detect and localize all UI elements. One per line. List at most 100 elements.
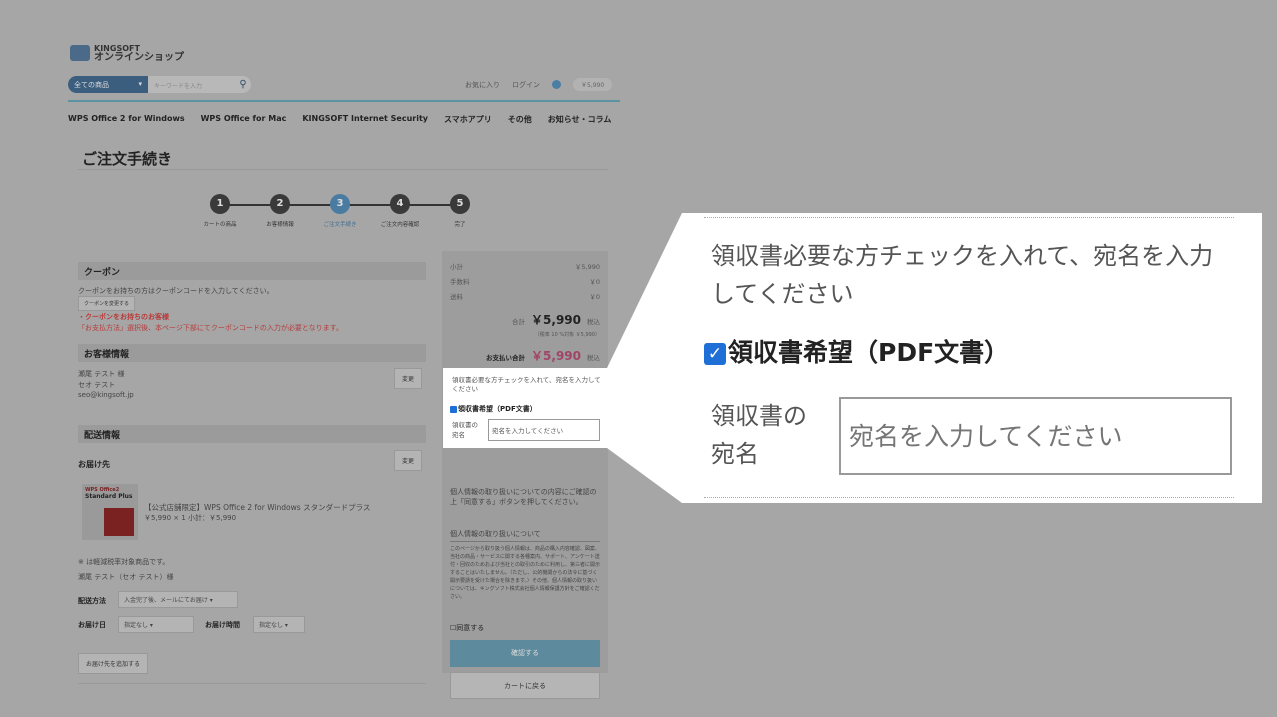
- step-customer-info: 2 お客様情報: [260, 194, 300, 228]
- zoom-receipt-instruction: 領収書必要な方チェックを入れて、宛名を入力してください: [711, 242, 1214, 308]
- add-destination-button[interactable]: お届け先を追加する: [78, 653, 149, 674]
- section-divider: [78, 683, 426, 684]
- step-number: 1: [210, 194, 230, 214]
- title-divider: [78, 169, 608, 170]
- nav-item-wps-mac[interactable]: WPS Office for Mac: [201, 114, 287, 125]
- header-links: お気に入り ログイン ￥5,990: [465, 78, 613, 91]
- confirm-button[interactable]: 確認する: [450, 640, 600, 667]
- customer-name: 瀬尾 テスト 様: [78, 370, 125, 378]
- zoom-addressee-label-line2: 宛名: [711, 440, 759, 468]
- logo-bottom-text: オンラインショップ: [94, 52, 184, 63]
- delivery-date-select[interactable]: 指定なし ▾: [118, 616, 194, 633]
- nav-item-smartphone-apps[interactable]: スマホアプリ: [444, 114, 492, 125]
- addressee-input[interactable]: 宛名を入力してください: [488, 419, 600, 441]
- customer-kana: セオ テスト: [78, 381, 116, 389]
- change-destination-button[interactable]: 変更: [394, 450, 423, 471]
- receipt-checkbox-label: 領収書希望（PDF文書）: [458, 405, 537, 413]
- search-input[interactable]: キーワードを入力: [148, 76, 235, 93]
- delivery-method-label: 配送方法: [78, 597, 106, 605]
- step-number: 2: [270, 194, 290, 214]
- receipt-instruction: 領収書必要な方チェックを入れて、宛名を入力してください: [452, 376, 601, 393]
- step-label: カートの商品: [203, 222, 237, 228]
- customer-info-heading: お客様情報: [78, 344, 426, 362]
- header-divider: [68, 100, 620, 102]
- header-cart-total[interactable]: ￥5,990: [573, 78, 613, 91]
- zoom-addressee-input[interactable]: [839, 397, 1232, 475]
- shipping-label: 送料: [450, 293, 463, 301]
- step-complete: 5 完了: [440, 194, 480, 228]
- zoom-receipt-checkbox-label: 領収書希望（PDF文書）: [728, 338, 1010, 367]
- step-number: 5: [450, 194, 470, 214]
- kingsoft-logo[interactable]: KINGSOFT オンラインショップ: [70, 44, 184, 63]
- delivery-time-label: お届け時間: [205, 621, 240, 629]
- change-coupon-button[interactable]: クーポンを変更する: [78, 296, 136, 311]
- coupon-notice-text: 「お支払方法」選択後、本ページ下部にてクーポンコードの入力が必要となります。: [78, 324, 343, 332]
- back-to-cart-button[interactable]: カートに戻る: [450, 672, 600, 699]
- delivery-date-value: 指定なし: [124, 622, 149, 629]
- fee-value: ￥0: [589, 278, 600, 286]
- zoom-receipt-checkbox[interactable]: ✓ 領収書希望（PDF文書）: [704, 333, 1009, 369]
- receipt-block: 領収書必要な方チェックを入れて、宛名を入力してください 領収書希望（PDF文書）…: [443, 368, 607, 448]
- addressee-label-line2: 宛名: [452, 431, 465, 439]
- coupon-heading: クーポン: [78, 262, 426, 280]
- delivery-destination-label: お届け先: [78, 460, 110, 469]
- category-label: 全ての商品: [74, 81, 109, 89]
- payment-total-row: お支払い合計 ￥5,990 税込: [450, 347, 600, 364]
- tax-included-label: 税込: [587, 354, 600, 362]
- coupon-notice-title: ・クーポンをお持ちのお客様: [78, 313, 169, 321]
- step-number: 3: [330, 194, 350, 214]
- help-icon[interactable]: [552, 80, 561, 89]
- delivery-method-value: 入金完了後、メールにてお届け: [124, 597, 208, 604]
- step-order: 3 ご注文手続き: [320, 194, 360, 228]
- step-cart: 1 カートの商品: [200, 194, 240, 228]
- dropdown-arrow-icon: ▾: [138, 80, 142, 88]
- category-select[interactable]: 全ての商品 ▾: [68, 76, 148, 93]
- nav-item-internet-security[interactable]: KINGSOFT Internet Security: [302, 114, 428, 125]
- zoom-addressee-label: 領収書の 宛名: [711, 397, 807, 473]
- privacy-body: このページから取り扱う個人情報は、商品の購入内容確認、図案、当社の商品・サービス…: [450, 546, 600, 600]
- product-box-icon: [104, 508, 134, 536]
- subtotal-row: 小計 ￥5,990: [450, 261, 600, 271]
- zoom-callout: 領収書必要な方チェックを入れて、宛名を入力してください ✓ 領収書希望（PDF文…: [682, 213, 1262, 503]
- tax-note: ※ は軽減税率対象商品です。: [78, 558, 170, 566]
- delivery-method-select[interactable]: 入金完了後、メールにてお届け ▾: [118, 591, 238, 608]
- nav-item-wps-windows[interactable]: WPS Office 2 for Windows: [68, 114, 185, 125]
- fee-row: 手数料 ￥0: [450, 276, 600, 286]
- tax-detail-text: （税率 10 %対象 ￥5,990）: [534, 332, 600, 338]
- shipping-value: ￥0: [589, 293, 600, 301]
- favorites-link[interactable]: お気に入り: [465, 80, 500, 90]
- privacy-heading: 個人情報の取り扱いについて: [450, 529, 600, 542]
- nav-item-news[interactable]: お知らせ・コラム: [548, 114, 612, 125]
- step-confirm: 4 ご注文内容確認: [380, 194, 420, 228]
- privacy-instruction: 個人情報の取り扱いについての内容にご確認の上「同意する」ボタンを押してください。: [450, 488, 597, 506]
- step-label: ご注文内容確認: [380, 222, 420, 228]
- step-label: お客様情報: [266, 222, 294, 228]
- payment-total-label: お支払い合計: [486, 354, 526, 362]
- product-name: 【公式店舗限定】WPS Office 2 for Windows スタンダードプ…: [144, 503, 371, 512]
- delivery-date-label: お届け日: [78, 621, 106, 629]
- delivery-time-value: 指定なし: [259, 622, 284, 629]
- login-link[interactable]: ログイン: [512, 80, 540, 90]
- product-image: WPS Office2 Standard Plus: [82, 484, 138, 540]
- product-box-name: Standard Plus: [85, 493, 133, 500]
- shipping-heading: 配送情報: [78, 425, 426, 443]
- checkbox-checked-icon: ✓: [704, 343, 726, 365]
- tax-included-label: 税込: [587, 318, 600, 326]
- total-label: 合計: [512, 318, 526, 326]
- change-customer-button[interactable]: 変更: [394, 368, 423, 389]
- shipping-row: 送料 ￥0: [450, 291, 600, 301]
- search-icon[interactable]: ⚲: [235, 76, 251, 93]
- callout-bottom-border: [704, 497, 1234, 498]
- customer-email: seo@kingsoft.jp: [78, 391, 134, 399]
- agree-label: 同意する: [456, 624, 485, 632]
- total-row: 合計 ￥5,990 税込: [450, 311, 600, 328]
- cart-logo-icon: [70, 45, 90, 61]
- recipient-name: 瀬尾 テスト（セオ テスト）様: [78, 573, 174, 581]
- total-value: ￥5,990: [531, 313, 581, 327]
- receipt-checkbox[interactable]: 領収書希望（PDF文書）: [450, 404, 537, 414]
- step-label: 完了: [454, 222, 466, 228]
- agree-checkbox[interactable]: ☐同意する: [450, 623, 484, 633]
- addressee-label-line1: 領収書の: [452, 421, 478, 429]
- nav-item-other[interactable]: その他: [508, 114, 532, 125]
- delivery-time-select[interactable]: 指定なし ▾: [253, 616, 305, 633]
